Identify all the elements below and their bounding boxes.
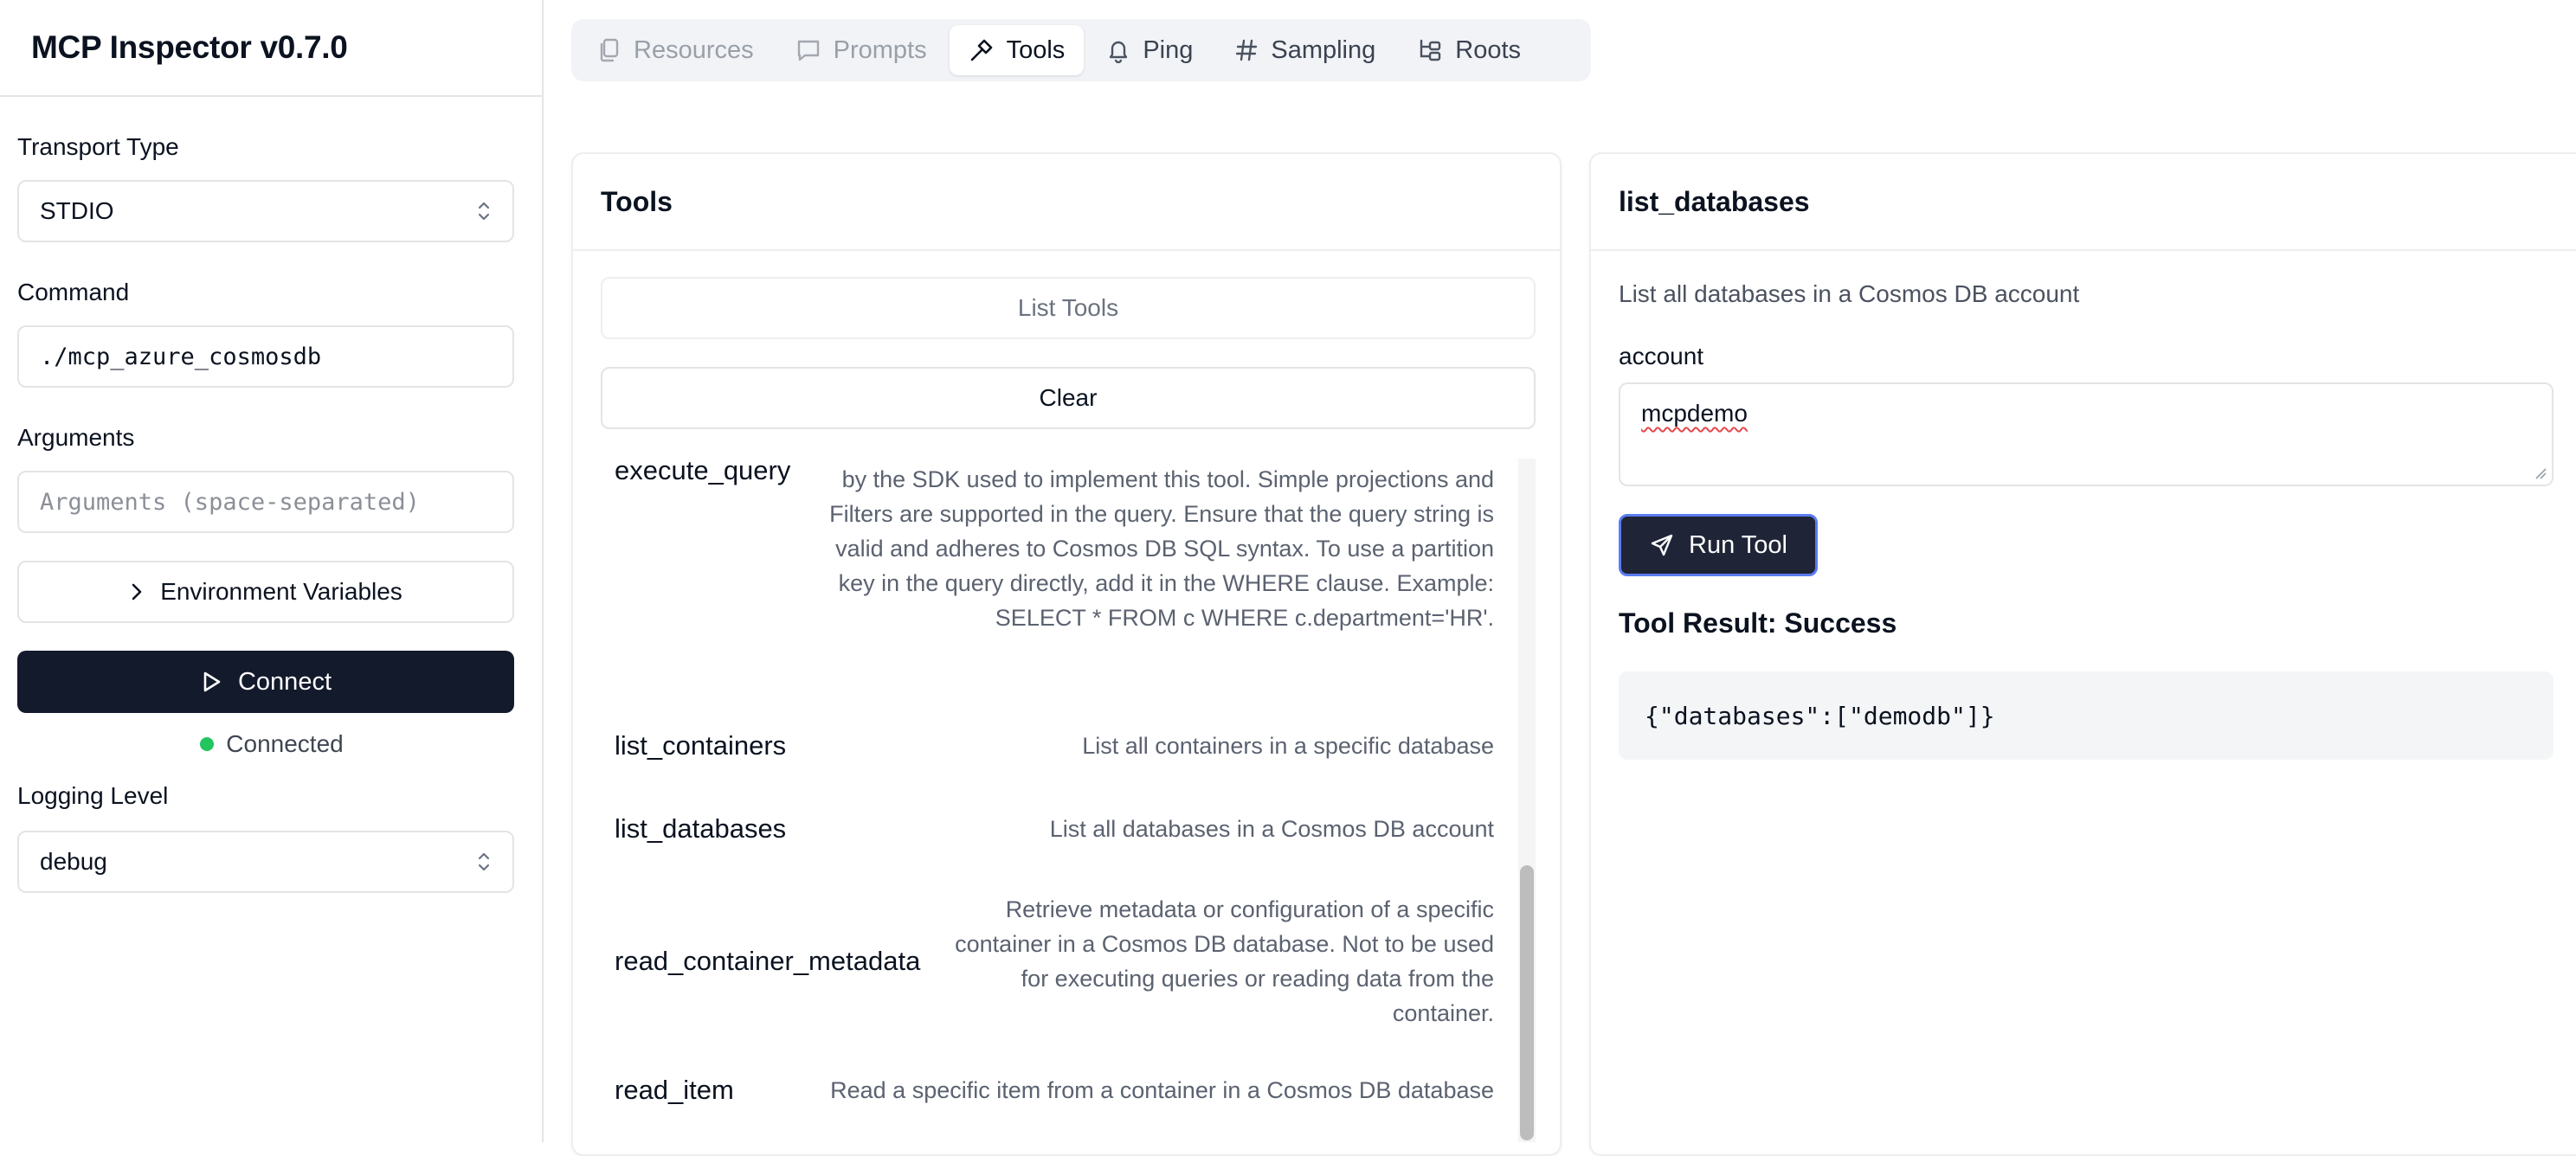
send-icon xyxy=(1651,534,1673,556)
connect-label: Connect xyxy=(237,667,332,696)
tab-prompts[interactable]: Prompts xyxy=(776,25,946,75)
tool-name: execute_query xyxy=(615,459,791,485)
hash-icon xyxy=(1236,39,1258,61)
tool-item-read-container-metadata[interactable]: read_container_metadata Retrieve metadat… xyxy=(601,888,1508,1035)
tool-description: List all databases in a Cosmos DB accoun… xyxy=(1049,816,1494,842)
tool-detail-title: list_databases xyxy=(1591,154,2576,251)
bell-icon xyxy=(1110,41,1128,63)
connect-button[interactable]: Connect xyxy=(17,651,514,713)
tool-detail-panel: list_databases List all databases in a C… xyxy=(1589,152,2576,1156)
tool-detail-description: List all databases in a Cosmos DB accoun… xyxy=(1619,280,2080,307)
chevron-up-down-icon xyxy=(476,200,492,222)
tab-label: Prompts xyxy=(833,35,927,64)
chevron-right-icon xyxy=(132,583,142,600)
account-param-label: account xyxy=(1619,343,1704,369)
tool-item-execute-query[interactable]: execute_query and "GROUP BY" clauses in … xyxy=(601,459,1508,687)
tool-name: read_item xyxy=(615,1075,734,1105)
tool-result-json: {"databases":["demodb"]} xyxy=(1645,701,1995,730)
arguments-label: Arguments xyxy=(17,424,135,451)
tab-label: Roots xyxy=(1455,35,1522,64)
tool-list: execute_query and "GROUP BY" clauses in … xyxy=(601,459,1536,1142)
sidebar: MCP Inspector v0.7.0 Transport Type STDI… xyxy=(0,0,544,1142)
environment-variables-button[interactable]: Environment Variables xyxy=(17,561,514,623)
arguments-input[interactable]: Arguments (space-separated) xyxy=(17,471,514,533)
logging-level-label: Logging Level xyxy=(17,782,169,809)
environment-variables-label: Environment Variables xyxy=(160,578,402,605)
run-tool-button[interactable]: Run Tool xyxy=(1619,514,1818,576)
connection-status-text: Connected xyxy=(226,730,344,757)
tab-roots[interactable]: Roots xyxy=(1398,25,1540,75)
status-dot xyxy=(200,737,215,751)
transport-type-select[interactable]: STDIO xyxy=(17,180,514,242)
account-param-value: mcpdemo xyxy=(1641,400,1748,427)
tool-result-title: Tool Result: Success xyxy=(1619,607,1897,639)
hammer-icon xyxy=(970,39,992,61)
tab-label: Sampling xyxy=(1271,35,1376,64)
tab-sampling[interactable]: Sampling xyxy=(1215,25,1394,75)
command-input[interactable]: ./mcp_azure_cosmosdb xyxy=(17,325,514,388)
transport-type-label: Transport Type xyxy=(17,133,179,160)
scrollbar-thumb[interactable] xyxy=(1520,865,1534,1140)
tab-tools[interactable]: Tools xyxy=(949,25,1085,75)
tool-description: and "GROUP BY" clauses in the query as t… xyxy=(829,466,1494,631)
folder-tree-icon xyxy=(1420,39,1441,61)
app-title: MCP Inspector v0.7.0 xyxy=(31,29,348,65)
tools-panel-title: Tools xyxy=(573,154,1560,251)
arguments-placeholder: Arguments (space-separated) xyxy=(40,488,420,516)
logging-level-select[interactable]: debug xyxy=(17,831,514,893)
tool-item-read-item[interactable]: read_item Read a specific item from a co… xyxy=(601,1064,1508,1116)
tool-item-list-containers[interactable]: list_containers List all containers in a… xyxy=(601,720,1508,772)
sidebar-header: MCP Inspector v0.7.0 xyxy=(0,0,542,97)
tool-item-list-databases[interactable]: list_databases List all databases in a C… xyxy=(601,803,1508,855)
command-value: ./mcp_azure_cosmosdb xyxy=(40,343,322,370)
tool-name: list_databases xyxy=(615,813,787,844)
tab-label: Ping xyxy=(1143,35,1194,64)
tab-resources[interactable]: Resources xyxy=(578,25,773,75)
message-icon xyxy=(797,40,819,61)
transport-type-value: STDIO xyxy=(40,197,114,224)
tool-list-scrollbar[interactable] xyxy=(1518,459,1536,1142)
tool-description: Read a specific item from a container in… xyxy=(830,1077,1494,1103)
chevron-up-down-icon xyxy=(476,851,492,873)
clear-button[interactable]: Clear xyxy=(601,367,1536,429)
command-label: Command xyxy=(17,279,130,305)
tab-label: Resources xyxy=(634,35,754,64)
logging-level-value: debug xyxy=(40,848,107,875)
tool-description: Retrieve metadata or configuration of a … xyxy=(955,896,1494,1026)
tab-ping[interactable]: Ping xyxy=(1087,25,1212,75)
tool-name: list_containers xyxy=(615,730,787,761)
file-icon xyxy=(600,38,619,62)
tool-description: List all containers in a specific databa… xyxy=(1082,733,1494,759)
account-param-input[interactable]: mcpdemo xyxy=(1619,382,2553,486)
resize-grip-icon[interactable] xyxy=(2533,466,2547,479)
connection-status: Connected xyxy=(0,729,544,760)
list-tools-button[interactable]: List Tools xyxy=(601,277,1536,339)
run-tool-label: Run Tool xyxy=(1689,530,1787,559)
tab-bar: Resources Prompts Tools Ping Sampling Ro… xyxy=(571,19,1591,81)
play-icon xyxy=(203,671,221,692)
tools-panel: Tools List Tools Clear execute_query and… xyxy=(571,152,1562,1156)
tool-name: read_container_metadata xyxy=(615,946,921,976)
tab-label: Tools xyxy=(1006,35,1066,64)
tool-result-output: {"databases":["demodb"]} xyxy=(1619,671,2553,760)
